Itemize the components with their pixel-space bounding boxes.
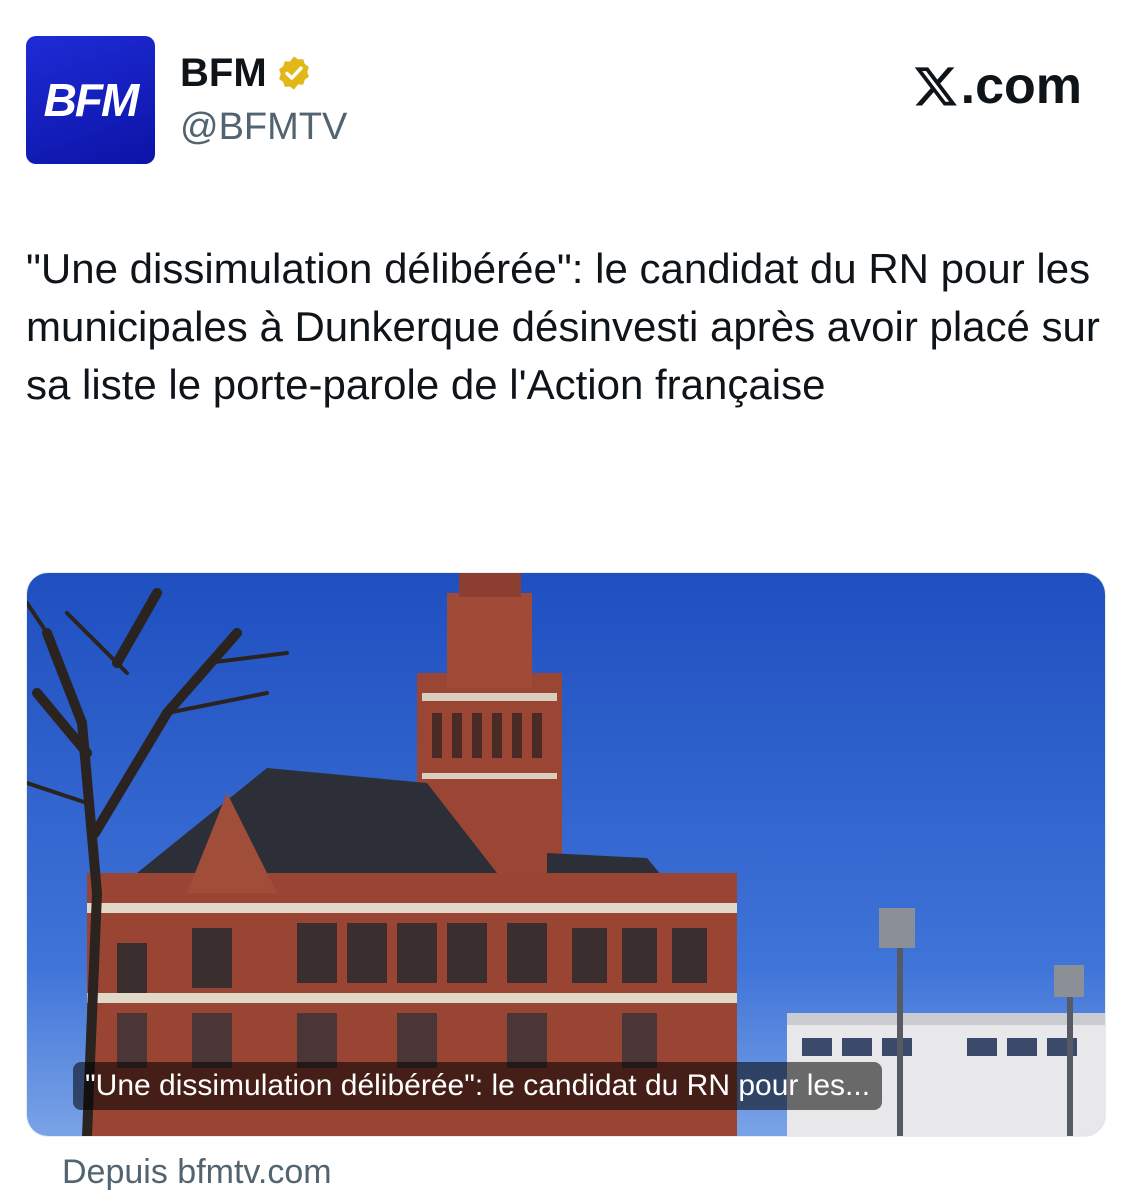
link-card[interactable]: "Une dissimulation délibérée": le candid… — [26, 572, 1106, 1137]
x-logo-icon — [914, 67, 957, 106]
dunkerque-city-hall-photo — [27, 573, 1105, 1136]
verified-gold-badge-icon — [278, 56, 309, 90]
source-link[interactable]: Depuis bfmtv.com — [62, 1150, 332, 1194]
site-label: .com — [913, 56, 1082, 116]
avatar-logo-text: BFM — [43, 74, 140, 126]
site-domain-text: .com — [960, 57, 1082, 115]
card-caption: "Une dissimulation délibérée": le candid… — [73, 1062, 883, 1110]
account-avatar[interactable]: BFM — [26, 36, 155, 164]
display-name[interactable]: BFM — [180, 50, 267, 96]
account-handle[interactable]: @BFMTV — [180, 104, 347, 150]
account-name-row: BFM — [180, 50, 313, 96]
tweet-text: "Une dissimulation délibérée": le candid… — [26, 245, 1100, 408]
